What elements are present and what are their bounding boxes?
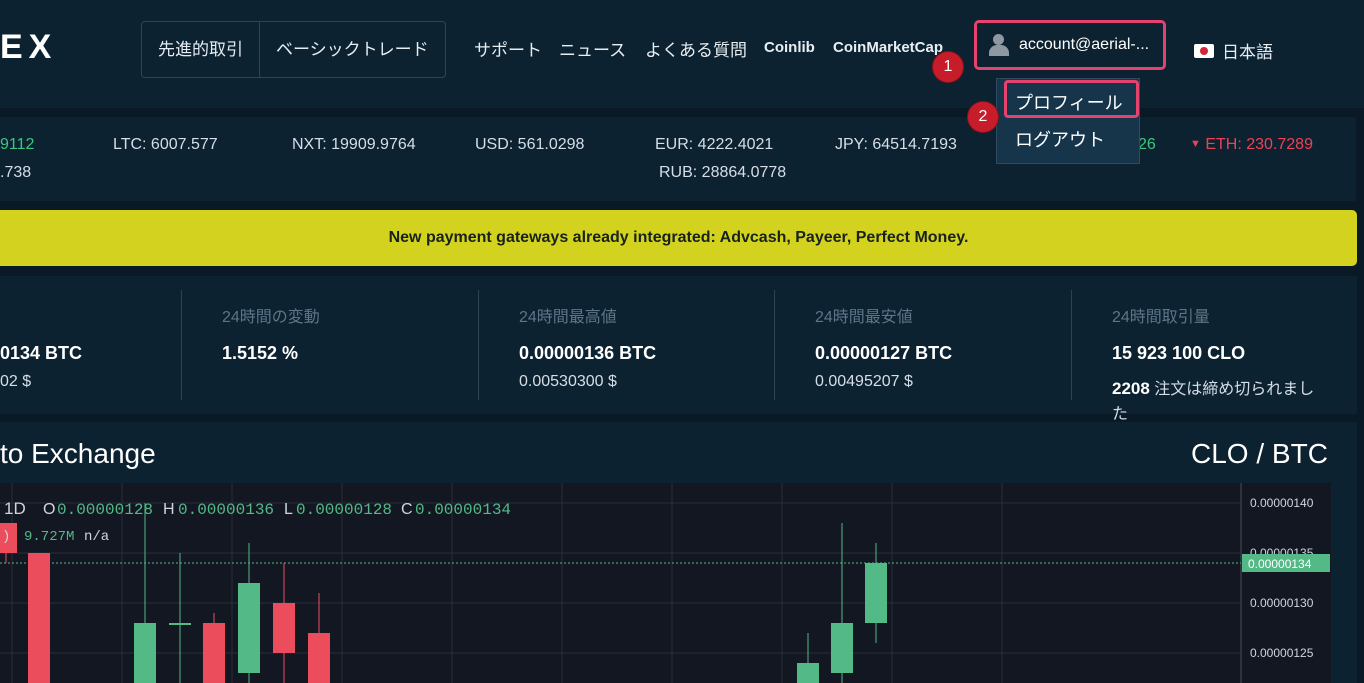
basic-trade-tab[interactable]: ベーシックトレード	[259, 22, 445, 77]
stat-divider	[774, 290, 775, 400]
candle-body	[308, 633, 330, 683]
ticker-rub: RUB: 28864.0778	[659, 164, 787, 181]
ticker-jpy: JPY: 64514.7193	[835, 136, 957, 153]
account-menu-button[interactable]: account@aerial-...	[974, 20, 1166, 70]
legend-vol-prefix: )	[2, 529, 10, 545]
stat-divider	[478, 290, 479, 400]
nav-news[interactable]: ニュース	[559, 36, 626, 61]
candles-group	[0, 503, 887, 683]
chart-svg[interactable]: 0.000001400.000001350.000001300.00000125…	[0, 483, 1331, 683]
legend-c-label: C	[401, 501, 413, 518]
legend-interval: 1D	[4, 499, 26, 518]
ticker-first-bottom: .738	[0, 164, 32, 181]
chart-pair: CLO / BTC	[1191, 438, 1328, 469]
y-tick-label: 0.00000125	[1250, 646, 1314, 660]
last-price-usd: 02 $	[0, 373, 32, 390]
chart-title: to Exchange	[0, 438, 156, 469]
candlestick-chart[interactable]: 0.00000140 0.00000135 0.00000130 0.00000125…	[0, 483, 1331, 683]
y-tick-label: 0.00000130	[1250, 596, 1314, 610]
stat-divider	[181, 290, 182, 400]
closed-orders-text: 注文は締め切られまし	[1154, 381, 1315, 398]
ticker-ltc: LTC: 6007.577	[113, 136, 218, 153]
low-value-btc: 0.00000127 BTC	[815, 343, 953, 363]
candle-body	[203, 623, 225, 683]
trade-mode-switch: 先進的取引 ベーシックトレード	[141, 21, 446, 78]
candle-body	[865, 563, 887, 623]
down-arrow-icon: ▼	[1190, 138, 1201, 150]
japan-flag-icon	[1194, 43, 1214, 58]
legend-l-label: L	[284, 501, 293, 518]
candle-body	[273, 603, 295, 653]
stat-divider	[1071, 290, 1072, 400]
legend-vol-value: 9.727M	[24, 529, 74, 545]
volume-label: 24時間取引量	[1112, 309, 1210, 326]
dropdown-logout-item[interactable]: ログアウト	[1015, 126, 1105, 152]
language-selector[interactable]: 日本語	[1194, 38, 1273, 63]
site-logo[interactable]: EX	[0, 28, 57, 67]
language-label: 日本語	[1222, 43, 1273, 62]
closed-orders-wrap: た	[1112, 406, 1129, 423]
ticker-eur: EUR: 4222.4021	[655, 136, 774, 153]
legend-c-value: 0.00000134	[415, 501, 511, 519]
price-ticker	[0, 117, 1356, 201]
price-axis: 0.000001400.000001350.000001300.00000125…	[1242, 496, 1330, 660]
step-badge-2: 2	[968, 102, 998, 132]
ticker-first-top: 9112	[0, 136, 35, 153]
high-value-btc: 0.00000136 BTC	[519, 343, 657, 363]
advanced-trade-tab[interactable]: 先進的取引	[142, 22, 259, 77]
candle-body	[831, 623, 853, 673]
candle-body	[28, 553, 50, 683]
candle-body	[134, 623, 156, 683]
ticker-usd: USD: 561.0298	[475, 136, 585, 153]
candle-body	[238, 583, 260, 673]
candle-body	[169, 623, 191, 625]
announcement-banner: New payment gateways already integrated:…	[0, 210, 1357, 266]
legend-o-value: 0.00000128	[57, 501, 153, 519]
account-email: account@aerial-...	[1019, 36, 1150, 53]
ticker-partial: 26	[1138, 136, 1156, 153]
low-label: 24時間最安値	[815, 309, 913, 326]
legend-o-label: O	[43, 501, 55, 518]
legend-l-value: 0.00000128	[296, 501, 392, 519]
legend-vol-na: n/a	[84, 529, 109, 545]
ticker-nxt: NXT: 19909.9764	[292, 136, 416, 153]
last-price-btc: 0134 BTC	[0, 343, 83, 363]
change-value: 1.5152 %	[222, 343, 299, 363]
high-label: 24時間最高値	[519, 309, 617, 326]
legend-h-label: H	[163, 501, 175, 518]
closed-orders: 2208 注文は締め切られまし	[1112, 375, 1314, 399]
y-tick-label: 0.00000140	[1250, 496, 1314, 510]
nav-support[interactable]: サポート	[474, 36, 542, 61]
dropdown-profile-item[interactable]: プロフィール	[1015, 89, 1123, 115]
volume-value: 15 923 100 CLO	[1112, 343, 1246, 363]
closed-orders-count: 2208	[1112, 379, 1150, 398]
candle-body	[797, 663, 819, 683]
nav-faq[interactable]: よくある質問	[645, 36, 747, 61]
nav-coinlib[interactable]: Coinlib	[764, 39, 815, 56]
step-badge-1: 1	[933, 52, 963, 82]
high-value-usd: 0.00530300 $	[519, 373, 617, 390]
legend-h-value: 0.00000136	[178, 501, 274, 519]
ticker-eth-label: ETH: 230.7289	[1205, 136, 1313, 153]
change-label: 24時間の変動	[222, 309, 320, 326]
ticker-eth: ▼ ETH: 230.7289	[1190, 136, 1313, 154]
low-value-usd: 0.00495207 $	[815, 373, 913, 390]
current-price-label: 0.00000134	[1248, 557, 1312, 571]
user-icon	[987, 33, 1011, 57]
nav-coinmarketcap[interactable]: CoinMarketCap	[833, 39, 943, 56]
